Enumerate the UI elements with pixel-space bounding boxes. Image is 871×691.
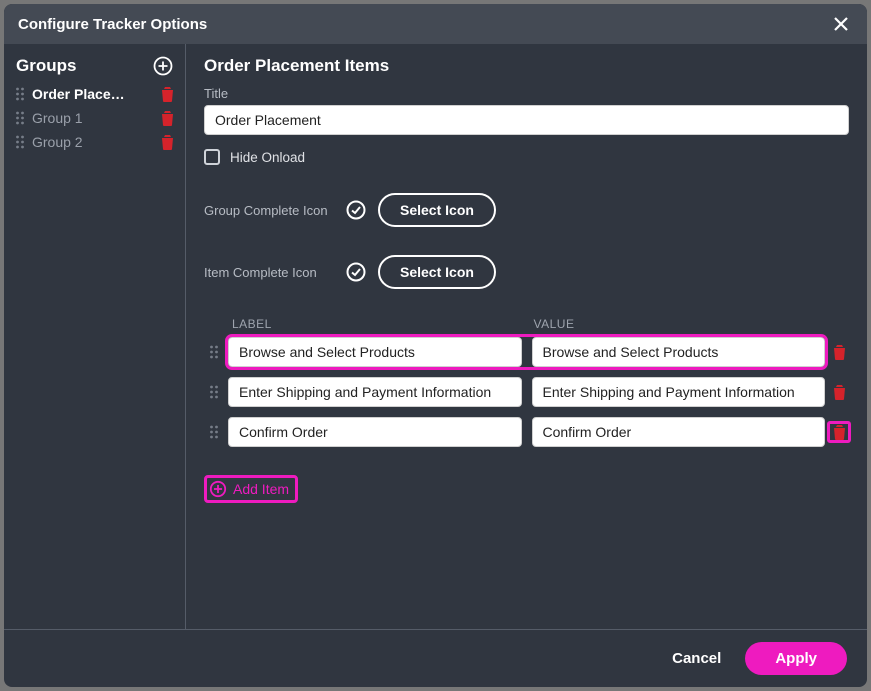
apply-button[interactable]: Apply [745,642,847,675]
item-row [204,417,849,447]
configure-tracker-dialog: Configure Tracker Options Groups Order P… [4,4,867,687]
item-complete-icon-label: Item Complete Icon [204,265,334,280]
item-value-input[interactable] [532,337,826,367]
items-header: LABEL VALUE [204,317,849,337]
add-item-label: Add Item [233,481,289,497]
group-list: Order Place… Group 1 Group 2 [14,84,175,152]
check-circle-icon [346,262,366,282]
cancel-button[interactable]: Cancel [672,650,721,667]
delete-item-button[interactable] [831,384,847,400]
drag-handle-icon[interactable] [204,424,224,440]
item-label-input[interactable] [228,417,522,447]
main-heading: Order Placement Items [204,56,849,76]
groups-sidebar: Groups Order Place… Group 1 Group 2 [4,44,186,629]
drag-handle-icon[interactable] [14,110,26,126]
dialog-title: Configure Tracker Options [18,16,207,33]
item-label-input[interactable] [228,377,522,407]
close-button[interactable] [829,12,853,36]
hide-onload-checkbox[interactable] [204,149,220,165]
delete-group-button[interactable] [159,110,175,126]
group-complete-icon-label: Group Complete Icon [204,203,334,218]
drag-handle-icon[interactable] [14,134,26,150]
hide-onload-row: Hide Onload [204,149,849,165]
delete-item-button[interactable] [831,424,847,440]
group-label: Group 1 [32,110,153,126]
item-row [204,337,849,367]
check-circle-icon [346,200,366,220]
main-panel: Order Placement Items Title Hide Onload … [186,44,867,629]
hide-onload-label: Hide Onload [230,150,305,165]
title-label: Title [204,86,849,101]
drag-handle-icon[interactable] [14,86,26,102]
dialog-header: Configure Tracker Options [4,4,867,44]
col-value: VALUE [526,317,828,331]
col-label: LABEL [228,317,526,331]
sidebar-group-item[interactable]: Group 2 [14,132,175,152]
dialog-body: Groups Order Place… Group 1 Group 2 Order … [4,44,867,629]
item-value-input[interactable] [532,377,826,407]
sidebar-group-item[interactable]: Order Place… [14,84,175,104]
select-item-icon-button[interactable]: Select Icon [378,255,496,289]
dialog-footer: Cancel Apply [4,629,867,687]
item-label-input[interactable] [228,337,522,367]
group-complete-icon-row: Group Complete Icon Select Icon [204,193,849,227]
item-complete-icon-row: Item Complete Icon Select Icon [204,255,849,289]
title-input[interactable] [204,105,849,135]
delete-group-button[interactable] [159,134,175,150]
sidebar-header: Groups [14,56,175,84]
drag-handle-icon[interactable] [204,384,224,400]
sidebar-group-item[interactable]: Group 1 [14,108,175,128]
add-group-button[interactable] [153,56,173,76]
select-group-icon-button[interactable]: Select Icon [378,193,496,227]
delete-group-button[interactable] [159,86,175,102]
item-value-input[interactable] [532,417,826,447]
add-item-button[interactable]: Add Item [204,475,298,503]
sidebar-heading: Groups [16,56,76,76]
delete-item-button[interactable] [831,344,847,360]
drag-handle-icon[interactable] [204,344,224,360]
item-row [204,377,849,407]
group-label: Order Place… [32,86,153,102]
items-section: LABEL VALUE Add Item [204,317,849,503]
group-label: Group 2 [32,134,153,150]
